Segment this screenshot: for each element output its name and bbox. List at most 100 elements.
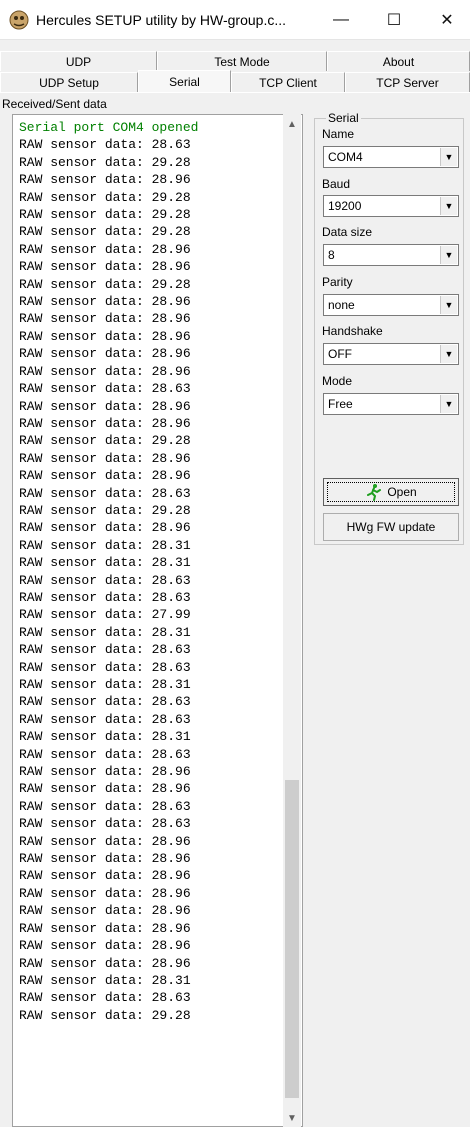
log-line-value: 28.31 — [151, 677, 191, 692]
log-line-prefix: RAW sensor data: — [19, 833, 152, 849]
log-line: RAW sensor data: 28.96 — [19, 450, 198, 467]
log-line-value: 28.63 — [151, 659, 191, 675]
log-line-prefix: RAW sensor data: — [19, 224, 152, 240]
log-line: RAW sensor data: 29.28 — [19, 189, 198, 206]
log-line: RAW sensor data: 28.63 — [19, 746, 198, 763]
log-line-value: 28.96 — [151, 398, 191, 414]
scroll-up-arrow[interactable]: ▲ — [283, 116, 301, 133]
log-line-prefix: RAW sensor data: — [19, 485, 152, 501]
close-button[interactable]: ✕ — [424, 0, 470, 40]
log-line-value: 28.31 — [151, 624, 191, 640]
log-line-value: 28.96 — [151, 346, 191, 362]
log-line: RAW sensor data: 28.96 — [19, 867, 198, 884]
log-line-value: 29.28 — [151, 1007, 191, 1023]
tab-udp[interactable]: UDP — [0, 51, 157, 71]
handshake-select[interactable]: OFF ▼ — [323, 343, 459, 365]
log-line: RAW sensor data: 28.96 — [19, 833, 198, 850]
hwg-fw-update-button[interactable]: HWg FW update — [323, 513, 459, 541]
tab-tcp-server[interactable]: TCP Server — [345, 72, 470, 92]
log-line: RAW sensor data: 29.28 — [19, 432, 198, 449]
log-line-prefix: RAW sensor data: — [19, 311, 152, 327]
name-select[interactable]: COM4 ▼ — [323, 146, 459, 168]
log-line-value: 28.96 — [151, 955, 191, 971]
log-line-prefix: RAW sensor data: — [19, 537, 152, 553]
log-line: RAW sensor data: 28.96 — [19, 937, 198, 954]
log-line-value: 28.96 — [151, 781, 191, 797]
log-line-prefix: RAW sensor data: — [19, 241, 152, 257]
log-line-prefix: RAW sensor data: — [19, 259, 152, 275]
log-line-prefix: RAW sensor data: — [19, 433, 152, 449]
log-line-value: 28.96 — [151, 920, 191, 936]
chevron-down-icon[interactable]: ▼ — [440, 395, 457, 413]
log-line-value: 28.96 — [151, 172, 191, 188]
serial-group-label: Serial — [326, 111, 361, 125]
hercules-app-icon[interactable] — [8, 9, 30, 31]
parity-label: Parity — [322, 275, 353, 289]
log-line: RAW sensor data: 28.63 — [19, 589, 198, 606]
title-bar: Hercules SETUP utility by HW-group.c... … — [0, 0, 470, 40]
handshake-value: OFF — [328, 347, 352, 361]
log-line-value: 28.96 — [151, 520, 191, 536]
log-line-value: 28.96 — [151, 938, 191, 954]
received-sent-log[interactable]: Serial port COM4 opened RAW sensor data: … — [12, 114, 303, 1127]
log-line: RAW sensor data: 28.96 — [19, 519, 198, 536]
log-line-value: 28.63 — [151, 589, 191, 605]
log-line-prefix: RAW sensor data: — [19, 172, 152, 188]
chevron-down-icon[interactable]: ▼ — [440, 296, 457, 314]
log-line-prefix: RAW sensor data: — [19, 711, 152, 727]
chevron-down-icon[interactable]: ▼ — [440, 148, 457, 166]
log-line-prefix: RAW sensor data: — [19, 903, 152, 919]
log-line-value: 27.99 — [151, 607, 191, 623]
tab-row-top: UDP Test Mode About — [0, 51, 470, 71]
tab-tcp-client[interactable]: TCP Client — [231, 72, 345, 92]
log-line-prefix: RAW sensor data: — [19, 1007, 152, 1023]
handshake-label: Handshake — [322, 324, 383, 338]
chevron-down-icon[interactable]: ▼ — [440, 246, 457, 264]
log-line-value: 29.28 — [151, 207, 191, 223]
log-line: RAW sensor data: 28.96 — [19, 885, 198, 902]
log-line: RAW sensor data: 28.96 — [19, 293, 198, 310]
log-line-prefix: RAW sensor data: — [19, 764, 152, 780]
name-value: COM4 — [328, 150, 363, 164]
log-line: RAW sensor data: 28.63 — [19, 572, 198, 589]
log-line-value: 28.63 — [151, 694, 191, 710]
log-line: RAW sensor data: 28.96 — [19, 763, 198, 780]
log-line-prefix: RAW sensor data: — [19, 154, 152, 170]
log-line: RAW sensor data: 28.96 — [19, 171, 198, 188]
data-size-value: 8 — [328, 248, 335, 262]
parity-select[interactable]: none ▼ — [323, 294, 459, 316]
chevron-down-icon[interactable]: ▼ — [440, 345, 457, 363]
log-line-prefix: RAW sensor data: — [19, 990, 152, 1006]
log-line: RAW sensor data: 28.63 — [19, 485, 198, 502]
tab-about[interactable]: About — [327, 51, 470, 71]
tab-serial[interactable]: Serial — [138, 70, 231, 93]
mode-label: Mode — [322, 374, 353, 388]
log-line-value: 29.28 — [151, 502, 191, 518]
baud-value: 19200 — [328, 199, 362, 213]
log-line-prefix: RAW sensor data: — [19, 677, 152, 692]
log-line: RAW sensor data: 28.96 — [19, 902, 198, 919]
minimize-button[interactable]: — — [318, 0, 364, 40]
log-line-value: 28.31 — [151, 555, 191, 571]
log-scrollbar[interactable]: ▲ ▼ — [283, 114, 301, 1127]
log-line-prefix: RAW sensor data: — [19, 555, 152, 571]
log-line-value: 29.28 — [151, 276, 191, 292]
log-line: RAW sensor data: 28.96 — [19, 955, 198, 972]
mode-select[interactable]: Free ▼ — [323, 393, 459, 415]
tab-udp-setup[interactable]: UDP Setup — [0, 72, 138, 92]
baud-select[interactable]: 19200 ▼ — [323, 195, 459, 217]
tab-test-mode[interactable]: Test Mode — [157, 51, 327, 71]
log-line-value: 29.28 — [151, 154, 191, 170]
data-size-select[interactable]: 8 ▼ — [323, 244, 459, 266]
log-line-value: 28.63 — [151, 798, 191, 814]
log-line-value: 28.31 — [151, 729, 191, 745]
scroll-down-arrow[interactable]: ▼ — [283, 1110, 301, 1127]
open-button[interactable]: Open — [323, 478, 459, 506]
chevron-down-icon[interactable]: ▼ — [440, 197, 457, 215]
log-line-value: 28.96 — [151, 450, 191, 466]
log-line-value: 28.63 — [151, 746, 191, 762]
log-line-prefix: RAW sensor data: — [19, 415, 152, 431]
scroll-thumb[interactable] — [285, 780, 299, 1098]
log-line: RAW sensor data: 28.96 — [19, 363, 198, 380]
maximize-button[interactable]: ☐ — [371, 0, 417, 40]
